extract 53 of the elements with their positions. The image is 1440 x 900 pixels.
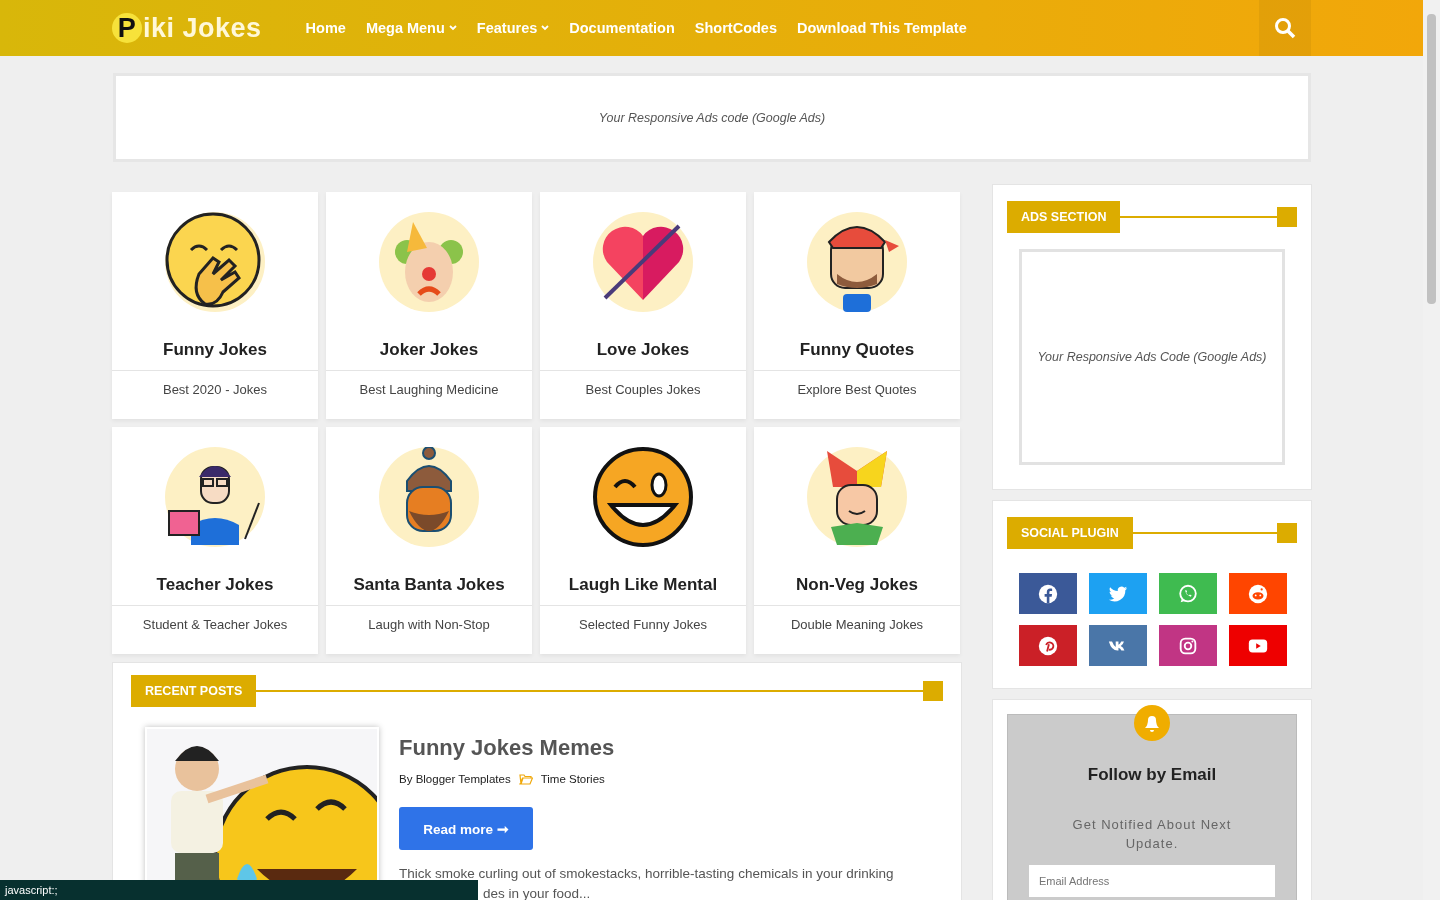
facebook-icon xyxy=(1037,582,1059,605)
ad-placeholder-text: Your Responsive Ads code (Google Ads) xyxy=(598,110,826,125)
ad-placeholder-text: Your Responsive Ads Code (Google Ads) xyxy=(1037,350,1267,364)
category-card[interactable]: Funny Jokes Best 2020 - Jokes xyxy=(112,192,318,419)
social-button[interactable] xyxy=(1089,573,1147,614)
category-subtitle: Best Couples Jokes xyxy=(584,382,702,397)
category-subtitle: Selected Funny Jokes xyxy=(578,617,708,632)
category-title: Funny Jokes xyxy=(163,340,267,360)
post-excerpt: Thick smoke curling out of smokestacks, horrible-tasting chemicals in your drinking xyxy=(399,865,894,883)
reddit-icon xyxy=(1247,582,1269,605)
social-button[interactable] xyxy=(1019,573,1077,614)
status-bar: javascript:; xyxy=(0,880,478,900)
bell-icon xyxy=(1134,705,1170,741)
category-title: Joker Jokes xyxy=(379,340,479,360)
folder-icon xyxy=(518,773,533,785)
category-subtitle: Student & Teacher Jokes xyxy=(141,617,289,632)
category-title: Funny Quotes xyxy=(799,340,915,360)
post-author: By Blogger Templates xyxy=(399,773,511,785)
category-subtitle: Laugh with Non-Stop xyxy=(367,617,491,632)
follow-text: Get Notified About Next Update. xyxy=(1071,816,1233,853)
category-title: Non-Veg Jokes xyxy=(796,575,918,595)
category-card[interactable]: Laugh Like Mental Selected Funny Jokes xyxy=(540,427,746,654)
social-button[interactable] xyxy=(1229,625,1287,666)
category-subtitle: Explore Best Quotes xyxy=(796,382,918,397)
category-card[interactable]: Teacher Jokes Student & Teacher Jokes xyxy=(112,427,318,654)
category-card[interactable]: Love Jokes Best Couples Jokes xyxy=(540,192,746,419)
follow-title: Follow by Email xyxy=(1087,765,1217,785)
social-button[interactable] xyxy=(1159,625,1217,666)
category-card[interactable]: Joker Jokes Best Laughing Medicine xyxy=(326,192,532,419)
category-subtitle: Best 2020 - Jokes xyxy=(161,382,269,397)
post-excerpt: des in your food... xyxy=(482,885,592,900)
read-more-button[interactable]: Read more ➞ xyxy=(399,807,533,850)
category-title: Love Jokes xyxy=(596,340,690,360)
section-heading: RECENT POSTS xyxy=(131,675,257,707)
post-title[interactable]: Funny Jokes Memes xyxy=(399,735,894,761)
post-category[interactable]: Time Stories xyxy=(540,773,605,785)
whatsapp-icon xyxy=(1177,582,1199,605)
section-heading: ADS SECTION xyxy=(1007,201,1121,233)
search-icon xyxy=(1274,17,1296,39)
pinterest-icon xyxy=(1037,634,1059,657)
category-subtitle: Double Meaning Jokes xyxy=(789,617,925,632)
social-button[interactable] xyxy=(1089,625,1147,666)
category-title: Laugh Like Mental xyxy=(568,575,718,595)
category-subtitle: Best Laughing Medicine xyxy=(358,382,500,397)
email-field[interactable]: Email Address xyxy=(1029,865,1275,897)
category-title: Teacher Jokes xyxy=(156,575,274,595)
category-title: Santa Banta Jokes xyxy=(353,575,505,595)
social-button[interactable] xyxy=(1019,625,1077,666)
category-card[interactable]: Funny Quotes Explore Best Quotes xyxy=(754,192,960,419)
section-heading: SOCIAL PLUGIN xyxy=(1007,517,1133,549)
category-card[interactable]: Santa Banta Jokes Laugh with Non-Stop xyxy=(326,427,532,654)
social-button[interactable] xyxy=(1229,573,1287,614)
category-card[interactable]: Non-Veg Jokes Double Meaning Jokes xyxy=(754,427,960,654)
